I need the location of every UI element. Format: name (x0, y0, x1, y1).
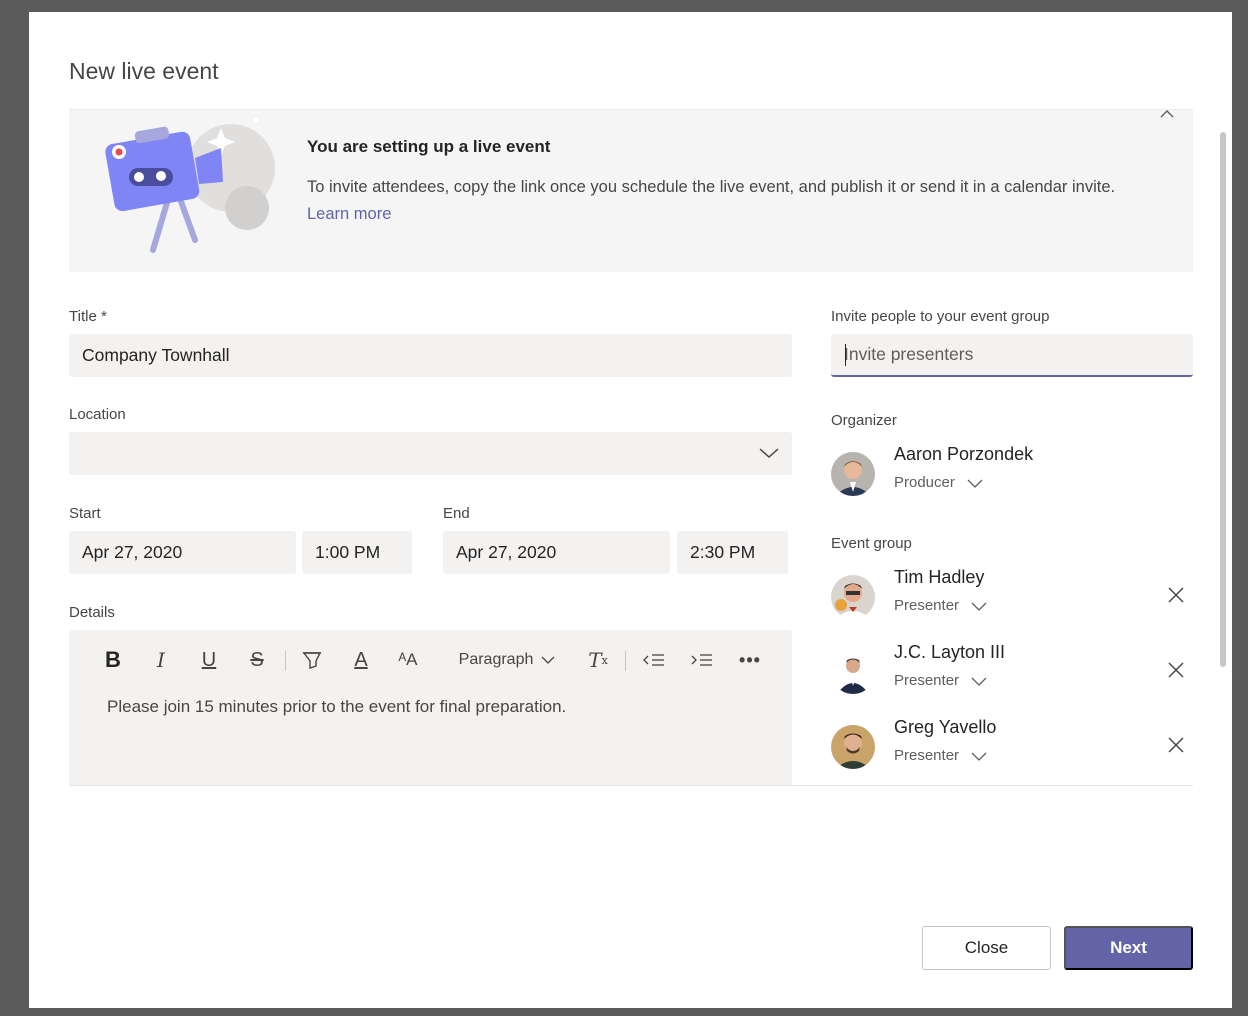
end-time-picker[interactable]: 2:30 PM (677, 531, 788, 574)
chevron-down-icon (971, 602, 987, 611)
italic-icon[interactable]: I (147, 642, 175, 678)
member-name: Tim Hadley (894, 567, 985, 587)
content-divider (69, 785, 1193, 786)
learn-more-link[interactable]: Learn more (307, 205, 391, 223)
organizer-label: Organizer (831, 412, 897, 429)
close-icon[interactable] (1166, 585, 1186, 605)
member-role-dropdown[interactable]: Presenter (894, 597, 987, 614)
member-name: Greg Yavello (894, 717, 997, 737)
organizer-role-dropdown[interactable]: Producer (894, 474, 983, 491)
underline-icon[interactable]: U (195, 642, 223, 678)
title-input[interactable]: Company Townhall (69, 334, 792, 377)
text-caret (845, 344, 846, 366)
avatar (831, 725, 875, 769)
start-time-picker[interactable]: 1:00 PM (302, 531, 412, 574)
end-date-picker[interactable]: Apr 27, 2020 (443, 531, 670, 574)
invite-placeholder: Invite presenters (844, 344, 974, 364)
invite-presenters-input[interactable]: Invite presenters (831, 334, 1193, 377)
event-group-member: J.C. Layton III Presenter (831, 642, 1184, 698)
details-text: Please join 15 minutes prior to the even… (107, 697, 567, 716)
chevron-down-icon (971, 752, 987, 761)
chevron-up-icon[interactable] (1157, 104, 1177, 124)
formatting-toolbar: B I U S A ᴬA Paragraph Tx ••• (69, 642, 792, 678)
member-role-dropdown[interactable]: Presenter (894, 747, 987, 764)
paragraph-style-label: Paragraph (458, 651, 534, 668)
banner-text: To invite attendees, copy the link once … (307, 174, 1117, 228)
member-role: Presenter (894, 597, 960, 614)
increase-indent-icon[interactable] (687, 642, 717, 678)
organizer-item: Aaron Porzondek Producer (831, 444, 1171, 500)
member-role: Presenter (894, 672, 960, 689)
close-button[interactable]: Close (922, 926, 1051, 970)
location-label: Location (69, 406, 126, 423)
avatar (831, 452, 875, 496)
new-live-event-dialog: New live event You are setting up a live… (29, 12, 1232, 1008)
details-label: Details (69, 604, 115, 621)
toolbar-separator (285, 651, 286, 671)
chevron-down-icon (971, 677, 987, 686)
chevron-down-icon (541, 656, 555, 664)
paragraph-style-dropdown[interactable]: Paragraph (457, 642, 557, 678)
font-color-icon[interactable]: A (347, 642, 375, 678)
event-group-member: Tim Hadley Presenter (831, 567, 1184, 623)
more-options-icon[interactable]: ••• (735, 642, 765, 678)
chevron-down-icon (967, 479, 983, 488)
decrease-indent-icon[interactable] (639, 642, 669, 678)
avatar (831, 575, 875, 619)
scrollbar[interactable] (1220, 132, 1226, 667)
highlight-icon[interactable] (297, 642, 327, 678)
end-label: End (443, 505, 470, 522)
title-label: Title * (69, 308, 107, 325)
video-camera-illustration (105, 117, 275, 253)
banner-description: To invite attendees, copy the link once … (307, 178, 1116, 196)
bold-icon[interactable]: B (99, 642, 127, 678)
font-size-icon[interactable]: ᴬA (393, 642, 423, 678)
clear-formatting-icon[interactable]: Tx (583, 642, 613, 678)
close-icon[interactable] (1166, 660, 1186, 680)
invite-label: Invite people to your event group (831, 308, 1050, 325)
event-group-member: Greg Yavello Presenter (831, 717, 1184, 773)
strikethrough-icon[interactable]: S (243, 642, 271, 678)
member-name: J.C. Layton III (894, 642, 1006, 662)
member-role: Presenter (894, 747, 960, 764)
organizer-name: Aaron Porzondek (894, 444, 1034, 464)
close-icon[interactable] (1166, 735, 1186, 755)
location-dropdown[interactable] (69, 432, 792, 475)
toolbar-separator (625, 651, 626, 671)
dialog-title: New live event (69, 58, 219, 84)
avatar (831, 650, 875, 694)
start-label: Start (69, 505, 101, 522)
details-editor[interactable]: B I U S A ᴬA Paragraph Tx ••• Please joi… (69, 630, 792, 786)
member-role-dropdown[interactable]: Presenter (894, 672, 987, 689)
banner-title: You are setting up a live event (307, 137, 551, 156)
chevron-down-icon (759, 448, 779, 459)
next-button[interactable]: Next (1064, 926, 1193, 970)
organizer-role: Producer (894, 474, 955, 491)
event-group-label: Event group (831, 535, 912, 552)
start-date-picker[interactable]: Apr 27, 2020 (69, 531, 296, 574)
info-banner: You are setting up a live event To invit… (69, 109, 1193, 272)
